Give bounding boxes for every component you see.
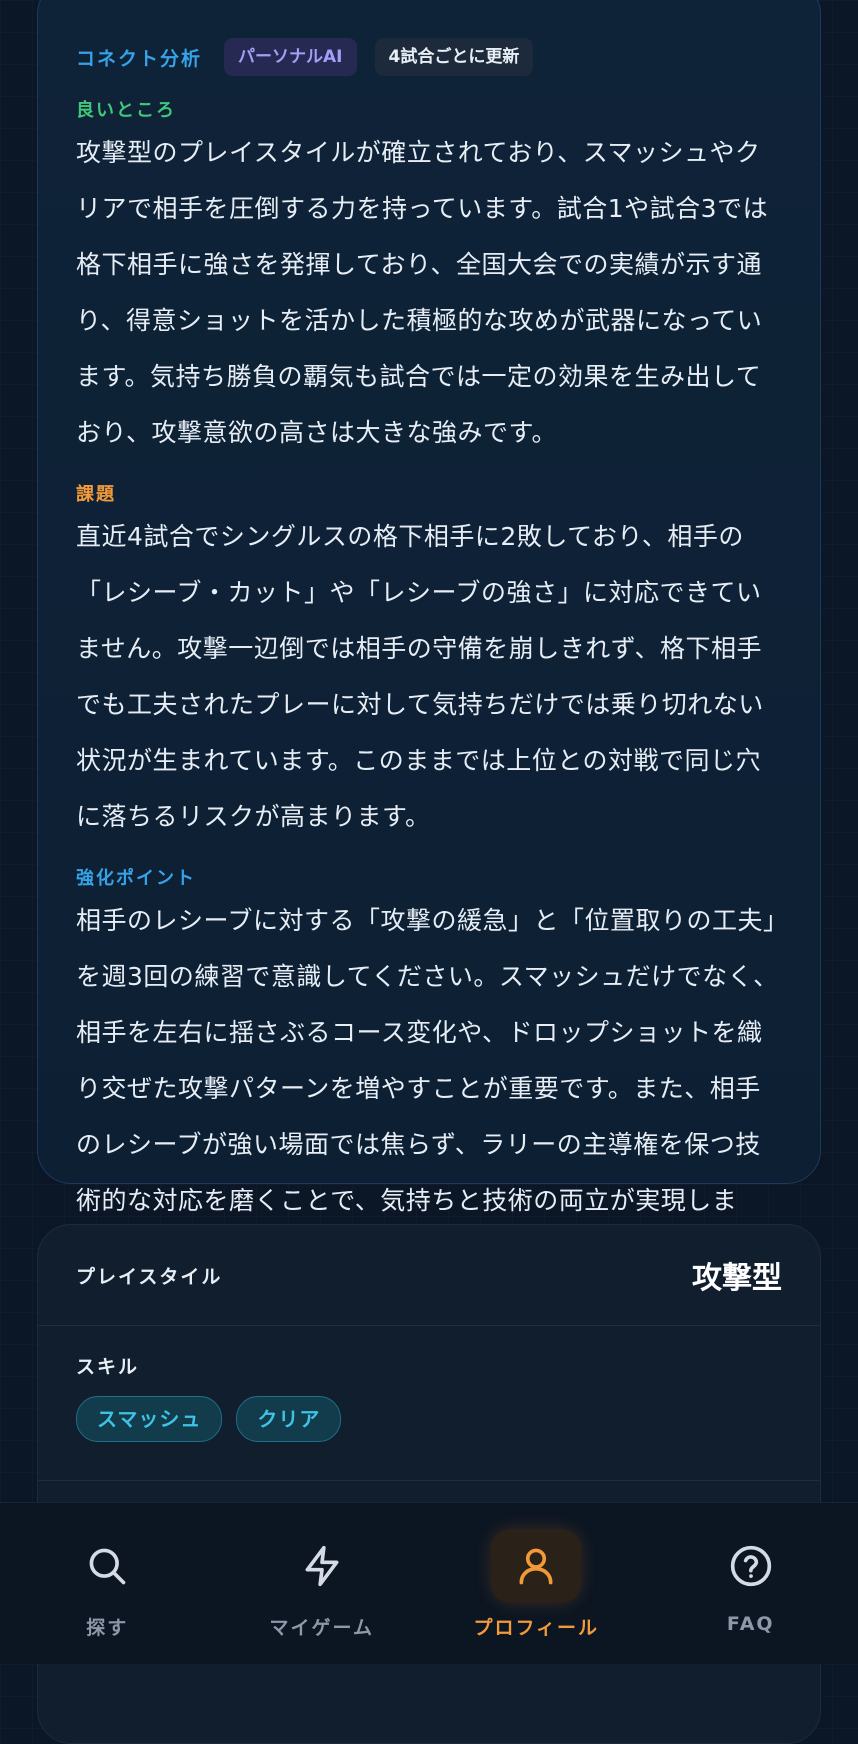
lightning-icon: [277, 1529, 367, 1603]
playstyle-row: プレイスタイル 攻撃型: [38, 1225, 820, 1326]
search-icon: [62, 1529, 152, 1603]
nav-label-search: 探す: [0, 1613, 215, 1640]
nav-item-my-game[interactable]: マイゲーム: [215, 1503, 430, 1664]
profile-card: プレイスタイル 攻撃型 スキル スマッシュ クリア: [37, 1224, 821, 1744]
skill-chip-list: スマッシュ クリア: [76, 1396, 782, 1442]
user-icon: [491, 1529, 581, 1603]
nav-item-profile[interactable]: プロフィール: [429, 1503, 644, 1664]
skill-label: スキル: [76, 1352, 782, 1382]
analysis-title: コネクト分析: [76, 44, 202, 71]
playstyle-label: プレイスタイル: [76, 1262, 222, 1289]
skill-chip-smash: スマッシュ: [76, 1396, 222, 1442]
strengths-text: 攻撃型のプレイスタイルが確立されており、スマッシュやクリアで相手を圧倒する力を持…: [76, 125, 782, 461]
issues-label: 課題: [76, 481, 782, 509]
nav-label-profile: プロフィール: [429, 1613, 644, 1640]
connect-analysis-card: コネクト分析 パーソナルAI 4試合ごとに更新 良いところ 攻撃型のプレイスタイ…: [37, 0, 821, 1184]
personal-ai-badge: パーソナルAI: [224, 38, 356, 76]
nav-label-faq: FAQ: [644, 1613, 858, 1635]
help-icon: [706, 1529, 796, 1603]
skill-chip-clear: クリア: [236, 1396, 341, 1442]
playstyle-value: 攻撃型: [692, 1253, 782, 1297]
skill-row: スキル スマッシュ クリア: [38, 1326, 820, 1481]
improvement-points-label: 強化ポイント: [76, 865, 782, 893]
strengths-label: 良いところ: [76, 97, 782, 125]
update-frequency-badge: 4試合ごとに更新: [375, 38, 534, 76]
nav-label-my-game: マイゲーム: [215, 1613, 430, 1640]
nav-item-faq[interactable]: FAQ: [644, 1503, 858, 1664]
bottom-navigation: 探す マイゲーム プロフィール FAQ: [0, 1502, 858, 1664]
analysis-header: コネクト分析 パーソナルAI 4試合ごとに更新: [76, 37, 782, 77]
nav-item-search[interactable]: 探す: [0, 1503, 215, 1664]
issues-text: 直近4試合でシングルスの格下相手に2敗しており、相手の「レシーブ・カット」や「レ…: [76, 509, 782, 845]
